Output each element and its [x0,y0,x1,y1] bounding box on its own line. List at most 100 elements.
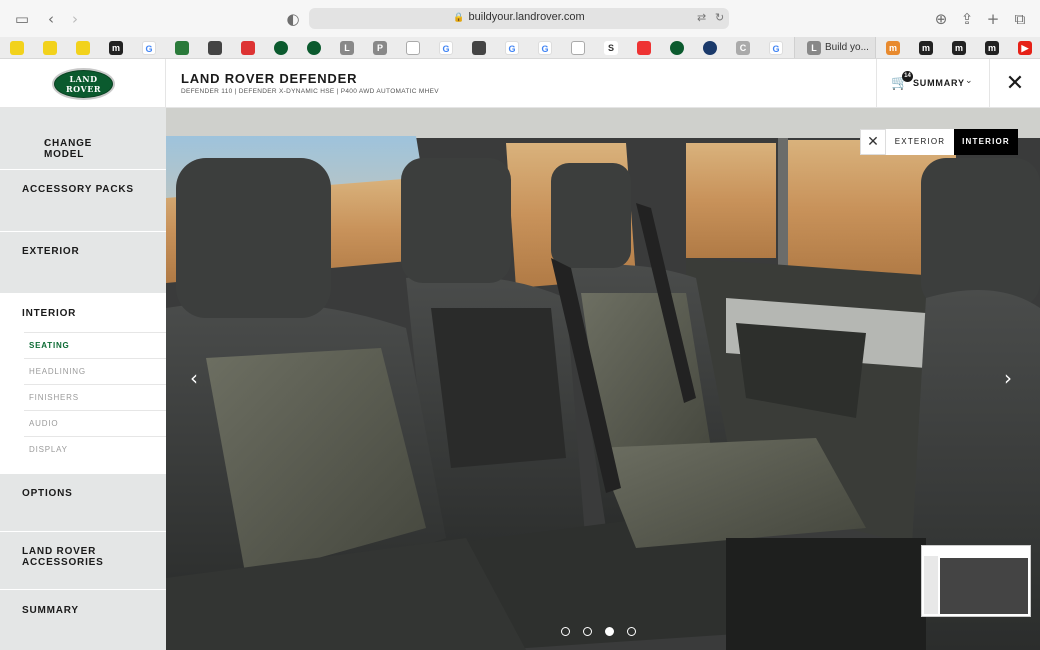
bookmark-icon[interactable] [175,41,189,55]
back-icon[interactable]: ‹ [42,10,60,28]
reload-icon[interactable]: ↻ [715,11,724,24]
bookmark-icon[interactable]: m [985,41,999,55]
bookmarks-bar: m G L P G G G S C G L Build yo... m m m … [0,37,1040,59]
sub-nav-seating[interactable]: SEATING [24,332,166,358]
view-toggle: ✕ EXTERIOR INTERIOR [860,129,1018,155]
url-text: buildyour.landrover.com [468,11,585,23]
new-tab-icon[interactable]: + [984,10,1002,28]
bookmark-icon[interactable]: m [952,41,966,55]
google-icon[interactable]: G [505,41,519,55]
chevron-left-icon[interactable]: ‹ [190,366,198,390]
cart-count-badge: 14 [902,71,913,82]
google-icon[interactable]: G [142,41,156,55]
land-rover-logo[interactable]: LAND ROVER [52,68,115,100]
nav-label: SUMMARY [22,605,79,616]
address-bar[interactable]: 🔒 buildyour.landrover.com ⇄ ↻ [309,8,729,29]
chevron-down-icon: ⌄ [965,76,973,86]
bookmark-icon[interactable] [637,41,651,55]
logo-area: LAND ROVER [0,59,166,108]
sub-nav-label: HEADLINING [29,367,86,376]
youtube-icon[interactable]: ▶ [1018,41,1032,55]
nav-accessory-packs[interactable]: ACCESSORY PACKS [0,170,166,232]
thumbnail-sidebar [924,556,938,614]
sub-nav-label: SEATING [29,341,70,350]
google-icon[interactable]: G [439,41,453,55]
interior-viewer[interactable]: ✕ EXTERIOR INTERIOR ‹ › [166,108,1040,650]
nav-label: INTERIOR [22,308,77,319]
logo-line1: LAND [69,74,98,84]
bookmark-icon[interactable] [208,41,222,55]
bookmark-icon[interactable] [703,41,717,55]
landrover-bookmark-icon[interactable] [307,41,321,55]
translate-icon[interactable]: ⇄ [697,11,706,24]
google-icon[interactable]: G [769,41,783,55]
shield-icon[interactable]: ◐ [284,10,302,28]
nav-label: LAND ROVER ACCESSORIES [22,546,104,568]
nav-options[interactable]: OPTIONS [0,474,166,532]
thumbnail-image [940,558,1028,614]
summary-button[interactable]: 🛒 14 SUMMARY ⌄ [876,59,989,108]
bookmark-icon[interactable] [406,41,420,55]
share-icon[interactable]: ⇪ [958,10,976,28]
model-subtitle: DEFENDER 110 | DEFENDER X-DYNAMIC HSE | … [181,88,439,95]
bookmark-icon[interactable]: m [919,41,933,55]
chevron-right-icon[interactable]: › [1004,366,1012,390]
lock-icon: 🔒 [453,12,465,22]
bookmark-icon[interactable] [76,41,90,55]
tab-overview-icon[interactable]: ⧉ [1011,10,1029,28]
landrover-bookmark-icon[interactable] [274,41,288,55]
sub-nav-display[interactable]: DISPLAY [24,436,166,462]
logo-line2: ROVER [66,84,101,94]
sub-nav-headlining[interactable]: HEADLINING [24,358,166,384]
change-model-label: CHANGE MODEL [44,138,93,160]
interior-image [166,108,1040,650]
nav-interior[interactable]: INTERIOR SEATING HEADLINING FINISHERS AU… [0,294,166,474]
bookmark-icon[interactable] [43,41,57,55]
summary-label: SUMMARY [913,78,965,88]
bookmark-icon[interactable] [241,41,255,55]
interior-view-button[interactable]: INTERIOR [954,129,1018,155]
google-icon[interactable]: G [538,41,552,55]
bookmark-icon[interactable] [571,41,585,55]
download-icon[interactable]: ⊕ [932,10,950,28]
active-tab[interactable]: L Build yo... [794,37,876,58]
nav-label: EXTERIOR [22,246,80,257]
tab-label: Build yo... [825,42,869,53]
model-title: LAND ROVER DEFENDER [181,71,358,86]
bookmark-icon[interactable]: m [886,41,900,55]
landrover-bookmark-icon[interactable] [670,41,684,55]
sub-nav-label: DISPLAY [29,445,68,454]
close-icon[interactable]: ✕ [989,59,1040,108]
configurator-header: LAND ROVER LAND ROVER DEFENDER DEFENDER … [0,59,1040,108]
nav-land-rover-accessories[interactable]: LAND ROVER ACCESSORIES [0,532,166,590]
exterior-view-button[interactable]: EXTERIOR [886,129,954,155]
bookmark-icon[interactable]: C [736,41,750,55]
carousel-dot-active[interactable] [605,627,614,636]
bookmark-icon[interactable]: S [604,41,618,55]
sub-nav-finishers[interactable]: FINISHERS [24,384,166,410]
sub-nav-label: FINISHERS [29,393,79,402]
sub-nav-label: AUDIO [29,419,59,428]
bookmark-icon[interactable]: P [373,41,387,55]
bookmark-icon[interactable] [10,41,24,55]
bookmark-icon[interactable]: L [340,41,354,55]
close-icon[interactable]: ✕ [860,129,886,155]
carousel-dots [561,627,636,636]
browser-toolbar: ▭ ‹ › ◐ 🔒 buildyour.landrover.com ⇄ ↻ ⊕ ⇪… [0,0,1040,37]
carousel-dot[interactable] [583,627,592,636]
nav-summary[interactable]: SUMMARY [0,590,166,650]
forward-icon[interactable]: › [66,10,84,28]
configurator-sidebar: ‹ CHANGE MODEL ACCESSORY PACKS EXTERIOR … [0,108,166,650]
bookmark-icon[interactable]: m [109,41,123,55]
sub-nav-audio[interactable]: AUDIO [24,410,166,436]
bookmark-icon[interactable] [472,41,486,55]
nav-label: OPTIONS [22,488,73,499]
sidebar-toggle-icon[interactable]: ▭ [13,10,31,28]
nav-exterior[interactable]: EXTERIOR [0,232,166,294]
thumbnail-preview[interactable] [921,545,1031,617]
carousel-dot[interactable] [561,627,570,636]
tab-favicon-icon: L [807,41,821,55]
nav-label: ACCESSORY PACKS [22,184,134,195]
change-model-link[interactable]: ‹ CHANGE MODEL [0,108,166,170]
carousel-dot[interactable] [627,627,636,636]
